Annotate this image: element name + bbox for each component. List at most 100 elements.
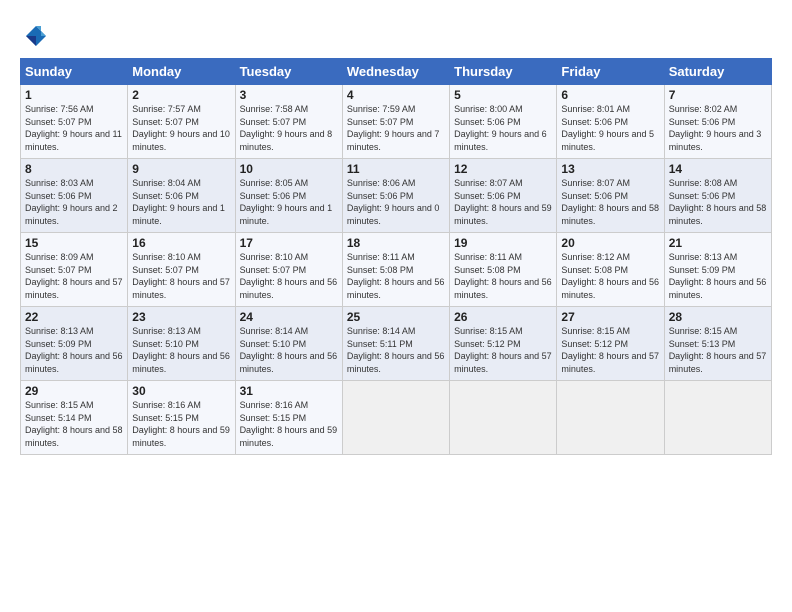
day-detail: Sunrise: 8:16 AMSunset: 5:15 PMDaylight:… [132, 399, 230, 449]
column-header-friday: Friday [557, 59, 664, 85]
day-detail: Sunrise: 8:03 AMSunset: 5:06 PMDaylight:… [25, 177, 123, 227]
day-detail: Sunrise: 8:01 AMSunset: 5:06 PMDaylight:… [561, 103, 659, 153]
calendar-cell: 26Sunrise: 8:15 AMSunset: 5:12 PMDayligh… [450, 307, 557, 381]
day-detail: Sunrise: 8:15 AMSunset: 5:14 PMDaylight:… [25, 399, 123, 449]
logo [20, 22, 52, 50]
day-number: 8 [25, 162, 123, 176]
day-detail: Sunrise: 8:11 AMSunset: 5:08 PMDaylight:… [347, 251, 445, 301]
page-container: SundayMondayTuesdayWednesdayThursdayFrid… [0, 0, 792, 465]
calendar-week-4: 22Sunrise: 8:13 AMSunset: 5:09 PMDayligh… [21, 307, 772, 381]
column-header-sunday: Sunday [21, 59, 128, 85]
day-number: 17 [240, 236, 338, 250]
calendar-cell [450, 381, 557, 455]
logo-icon [20, 22, 48, 50]
day-detail: Sunrise: 7:58 AMSunset: 5:07 PMDaylight:… [240, 103, 338, 153]
day-number: 27 [561, 310, 659, 324]
calendar-cell: 2Sunrise: 7:57 AMSunset: 5:07 PMDaylight… [128, 85, 235, 159]
calendar-cell: 8Sunrise: 8:03 AMSunset: 5:06 PMDaylight… [21, 159, 128, 233]
day-detail: Sunrise: 7:57 AMSunset: 5:07 PMDaylight:… [132, 103, 230, 153]
day-number: 25 [347, 310, 445, 324]
calendar-cell: 3Sunrise: 7:58 AMSunset: 5:07 PMDaylight… [235, 85, 342, 159]
day-number: 28 [669, 310, 767, 324]
calendar-cell: 28Sunrise: 8:15 AMSunset: 5:13 PMDayligh… [664, 307, 771, 381]
day-number: 1 [25, 88, 123, 102]
day-detail: Sunrise: 8:07 AMSunset: 5:06 PMDaylight:… [454, 177, 552, 227]
calendar-cell [557, 381, 664, 455]
calendar-cell: 23Sunrise: 8:13 AMSunset: 5:10 PMDayligh… [128, 307, 235, 381]
calendar-cell: 4Sunrise: 7:59 AMSunset: 5:07 PMDaylight… [342, 85, 449, 159]
day-number: 24 [240, 310, 338, 324]
day-number: 13 [561, 162, 659, 176]
day-detail: Sunrise: 8:15 AMSunset: 5:13 PMDaylight:… [669, 325, 767, 375]
calendar-cell: 5Sunrise: 8:00 AMSunset: 5:06 PMDaylight… [450, 85, 557, 159]
day-number: 20 [561, 236, 659, 250]
calendar-cell: 30Sunrise: 8:16 AMSunset: 5:15 PMDayligh… [128, 381, 235, 455]
calendar-week-5: 29Sunrise: 8:15 AMSunset: 5:14 PMDayligh… [21, 381, 772, 455]
day-detail: Sunrise: 8:02 AMSunset: 5:06 PMDaylight:… [669, 103, 767, 153]
day-number: 31 [240, 384, 338, 398]
day-number: 15 [25, 236, 123, 250]
calendar-cell: 16Sunrise: 8:10 AMSunset: 5:07 PMDayligh… [128, 233, 235, 307]
day-number: 12 [454, 162, 552, 176]
day-number: 5 [454, 88, 552, 102]
calendar-cell: 12Sunrise: 8:07 AMSunset: 5:06 PMDayligh… [450, 159, 557, 233]
day-number: 23 [132, 310, 230, 324]
day-detail: Sunrise: 7:59 AMSunset: 5:07 PMDaylight:… [347, 103, 445, 153]
day-number: 30 [132, 384, 230, 398]
calendar-cell: 24Sunrise: 8:14 AMSunset: 5:10 PMDayligh… [235, 307, 342, 381]
day-detail: Sunrise: 8:09 AMSunset: 5:07 PMDaylight:… [25, 251, 123, 301]
day-number: 29 [25, 384, 123, 398]
day-detail: Sunrise: 7:56 AMSunset: 5:07 PMDaylight:… [25, 103, 123, 153]
calendar-cell: 6Sunrise: 8:01 AMSunset: 5:06 PMDaylight… [557, 85, 664, 159]
calendar-cell: 25Sunrise: 8:14 AMSunset: 5:11 PMDayligh… [342, 307, 449, 381]
day-number: 6 [561, 88, 659, 102]
column-header-wednesday: Wednesday [342, 59, 449, 85]
calendar-header: SundayMondayTuesdayWednesdayThursdayFrid… [21, 59, 772, 85]
day-detail: Sunrise: 8:14 AMSunset: 5:11 PMDaylight:… [347, 325, 445, 375]
calendar-cell: 1Sunrise: 7:56 AMSunset: 5:07 PMDaylight… [21, 85, 128, 159]
day-number: 4 [347, 88, 445, 102]
calendar-cell: 13Sunrise: 8:07 AMSunset: 5:06 PMDayligh… [557, 159, 664, 233]
column-header-monday: Monday [128, 59, 235, 85]
day-detail: Sunrise: 8:00 AMSunset: 5:06 PMDaylight:… [454, 103, 552, 153]
day-detail: Sunrise: 8:13 AMSunset: 5:10 PMDaylight:… [132, 325, 230, 375]
calendar-cell [342, 381, 449, 455]
calendar-week-1: 1Sunrise: 7:56 AMSunset: 5:07 PMDaylight… [21, 85, 772, 159]
calendar-cell: 15Sunrise: 8:09 AMSunset: 5:07 PMDayligh… [21, 233, 128, 307]
day-number: 16 [132, 236, 230, 250]
day-detail: Sunrise: 8:13 AMSunset: 5:09 PMDaylight:… [25, 325, 123, 375]
calendar-cell: 19Sunrise: 8:11 AMSunset: 5:08 PMDayligh… [450, 233, 557, 307]
calendar-cell: 18Sunrise: 8:11 AMSunset: 5:08 PMDayligh… [342, 233, 449, 307]
header-row: SundayMondayTuesdayWednesdayThursdayFrid… [21, 59, 772, 85]
day-number: 7 [669, 88, 767, 102]
day-detail: Sunrise: 8:06 AMSunset: 5:06 PMDaylight:… [347, 177, 445, 227]
calendar-week-3: 15Sunrise: 8:09 AMSunset: 5:07 PMDayligh… [21, 233, 772, 307]
day-detail: Sunrise: 8:14 AMSunset: 5:10 PMDaylight:… [240, 325, 338, 375]
day-number: 21 [669, 236, 767, 250]
day-number: 3 [240, 88, 338, 102]
calendar-cell: 10Sunrise: 8:05 AMSunset: 5:06 PMDayligh… [235, 159, 342, 233]
day-detail: Sunrise: 8:11 AMSunset: 5:08 PMDaylight:… [454, 251, 552, 301]
calendar-cell: 20Sunrise: 8:12 AMSunset: 5:08 PMDayligh… [557, 233, 664, 307]
day-detail: Sunrise: 8:04 AMSunset: 5:06 PMDaylight:… [132, 177, 230, 227]
column-header-saturday: Saturday [664, 59, 771, 85]
calendar-body: 1Sunrise: 7:56 AMSunset: 5:07 PMDaylight… [21, 85, 772, 455]
day-number: 10 [240, 162, 338, 176]
day-detail: Sunrise: 8:07 AMSunset: 5:06 PMDaylight:… [561, 177, 659, 227]
calendar-cell: 14Sunrise: 8:08 AMSunset: 5:06 PMDayligh… [664, 159, 771, 233]
day-number: 14 [669, 162, 767, 176]
day-detail: Sunrise: 8:15 AMSunset: 5:12 PMDaylight:… [454, 325, 552, 375]
day-detail: Sunrise: 8:16 AMSunset: 5:15 PMDaylight:… [240, 399, 338, 449]
day-number: 18 [347, 236, 445, 250]
day-detail: Sunrise: 8:15 AMSunset: 5:12 PMDaylight:… [561, 325, 659, 375]
calendar-cell: 22Sunrise: 8:13 AMSunset: 5:09 PMDayligh… [21, 307, 128, 381]
column-header-tuesday: Tuesday [235, 59, 342, 85]
calendar-cell: 31Sunrise: 8:16 AMSunset: 5:15 PMDayligh… [235, 381, 342, 455]
header-row [20, 18, 772, 50]
day-number: 22 [25, 310, 123, 324]
calendar-cell: 17Sunrise: 8:10 AMSunset: 5:07 PMDayligh… [235, 233, 342, 307]
column-header-thursday: Thursday [450, 59, 557, 85]
calendar-week-2: 8Sunrise: 8:03 AMSunset: 5:06 PMDaylight… [21, 159, 772, 233]
day-number: 2 [132, 88, 230, 102]
day-detail: Sunrise: 8:10 AMSunset: 5:07 PMDaylight:… [240, 251, 338, 301]
